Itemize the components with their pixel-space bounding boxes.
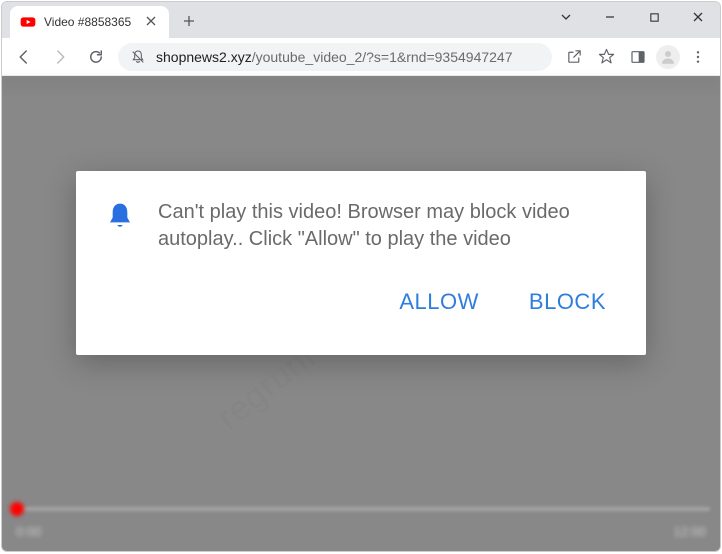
permission-modal: Can't play this video! Browser may block… — [76, 171, 646, 355]
side-panel-icon[interactable] — [624, 43, 652, 71]
notification-blocked-icon[interactable] — [130, 49, 146, 65]
minimize-button[interactable] — [588, 2, 632, 32]
time-total: 12:00 — [673, 524, 706, 539]
youtube-icon — [20, 14, 36, 30]
allow-button[interactable]: ALLOW — [399, 289, 479, 315]
chevron-down-icon[interactable] — [544, 2, 588, 32]
url-path: /youtube_video_2/?s=1&rnd=9354947247 — [252, 49, 513, 65]
bookmark-icon[interactable] — [592, 43, 620, 71]
page-content: 0:00 12:00 regrunreanimator.com Can't pl… — [2, 76, 720, 551]
close-tab-icon[interactable] — [143, 15, 159, 29]
forward-button[interactable] — [46, 43, 74, 71]
menu-icon[interactable] — [684, 43, 712, 71]
time-current: 0:00 — [16, 524, 41, 539]
new-tab-button[interactable] — [179, 14, 199, 32]
avatar-icon[interactable] — [656, 45, 680, 69]
reload-button[interactable] — [82, 43, 110, 71]
window-controls — [544, 2, 720, 32]
block-button[interactable]: BLOCK — [529, 289, 606, 315]
maximize-button[interactable] — [632, 2, 676, 32]
bell-icon — [104, 201, 136, 253]
address-bar[interactable]: shopnews2.xyz/youtube_video_2/?s=1&rnd=9… — [118, 43, 552, 71]
browser-tab[interactable]: Video #8858365 — [10, 6, 169, 38]
toolbar: shopnews2.xyz/youtube_video_2/?s=1&rnd=9… — [2, 38, 720, 76]
close-window-button[interactable] — [676, 2, 720, 32]
modal-message: Can't play this video! Browser may block… — [158, 199, 618, 253]
url-text: shopnews2.xyz/youtube_video_2/?s=1&rnd=9… — [156, 49, 513, 65]
titlebar: Video #8858365 — [2, 2, 720, 38]
back-button[interactable] — [10, 43, 38, 71]
share-icon[interactable] — [560, 43, 588, 71]
url-domain: shopnews2.xyz — [156, 49, 252, 65]
tab-title: Video #8858365 — [44, 15, 131, 29]
